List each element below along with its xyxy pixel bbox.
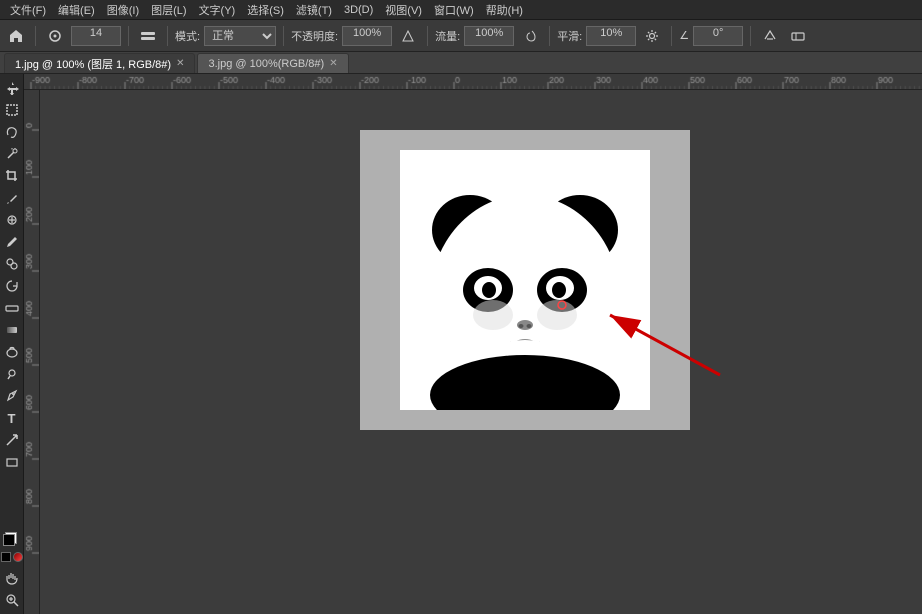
magic-wand-tool[interactable]: [2, 144, 22, 164]
image-container: [360, 130, 690, 430]
flow-input[interactable]: 100%: [464, 26, 514, 46]
move-tool[interactable]: [2, 78, 22, 98]
pen-tool[interactable]: [2, 386, 22, 406]
gear-icon[interactable]: [640, 24, 664, 48]
rect-select-tool[interactable]: [2, 100, 22, 120]
menu-help[interactable]: 帮助(H): [480, 0, 529, 19]
tab-3jpg-close[interactable]: ✕: [329, 58, 337, 69]
panda-image: [400, 150, 650, 410]
color-area: [1, 532, 23, 566]
tab-1jpg-label: 1.jpg @ 100% (图层 1, RGB/8#): [15, 56, 171, 72]
sep5: [427, 26, 428, 46]
eraser-tool[interactable]: [2, 298, 22, 318]
dodge-tool[interactable]: [2, 364, 22, 384]
menu-view[interactable]: 视图(V): [379, 0, 428, 19]
foreground-color-swatch[interactable]: [3, 534, 15, 546]
history-brush-tool[interactable]: [2, 276, 22, 296]
quick-mask-off[interactable]: [1, 552, 11, 562]
mode-select[interactable]: 正常 溶解 正片叠底: [204, 26, 276, 46]
main-area: T: [0, 74, 922, 614]
ruler-left: [24, 90, 40, 614]
menu-bar: 文件(F) 编辑(E) 图像(I) 图层(L) 文字(Y) 选择(S) 滤镜(T…: [0, 0, 922, 20]
content-row: [24, 90, 922, 614]
menu-image[interactable]: 图像(I): [101, 0, 145, 19]
color-swatches: [3, 532, 21, 550]
eyedropper-tool[interactable]: [2, 188, 22, 208]
image-inner: [400, 150, 650, 410]
tab-1jpg-close[interactable]: ✕: [176, 58, 184, 69]
sep2: [128, 26, 129, 46]
airbrush-icon[interactable]: [518, 24, 542, 48]
sep7: [671, 26, 672, 46]
mode-label: 模式:: [175, 28, 200, 44]
tab-3jpg[interactable]: 3.jpg @ 100%(RGB/8#) ✕: [197, 53, 348, 73]
opacity-input[interactable]: 100%: [342, 26, 392, 46]
rulers-area: [24, 74, 922, 614]
text-tool[interactable]: T: [2, 408, 22, 428]
path-select-tool[interactable]: [2, 430, 22, 450]
sep6: [549, 26, 550, 46]
menu-edit[interactable]: 编辑(E): [52, 0, 101, 19]
smoothing-label: 平滑:: [557, 28, 582, 44]
canvas-area[interactable]: [40, 90, 922, 614]
menu-text[interactable]: 文字(Y): [193, 0, 242, 19]
options-toolbar: 14 模式: 正常 溶解 正片叠底 不透明度: 100% 流量: 100% 平滑…: [0, 20, 922, 52]
menu-window[interactable]: 窗口(W): [428, 0, 480, 19]
tab-bar: 1.jpg @ 100% (图层 1, RGB/8#) ✕ 3.jpg @ 10…: [0, 52, 922, 74]
menu-layer[interactable]: 图层(L): [145, 0, 192, 19]
tab-3jpg-label: 3.jpg @ 100%(RGB/8#): [208, 58, 324, 70]
tab-1jpg[interactable]: 1.jpg @ 100% (图层 1, RGB/8#) ✕: [4, 53, 195, 73]
angle-label: ∠: [679, 29, 689, 42]
toggle-icon[interactable]: [136, 24, 160, 48]
flow-label: 流量:: [435, 28, 460, 44]
smoothing-input[interactable]: 10%: [586, 26, 636, 46]
zoom-tool[interactable]: [2, 590, 22, 610]
sep3: [167, 26, 168, 46]
spot-heal-tool[interactable]: [2, 210, 22, 230]
blur-tool[interactable]: [2, 342, 22, 362]
menu-filter[interactable]: 滤镜(T): [290, 0, 338, 19]
sep4: [283, 26, 284, 46]
hand-tool[interactable]: [2, 568, 22, 588]
menu-select[interactable]: 选择(S): [241, 0, 290, 19]
clone-stamp-tool[interactable]: [2, 254, 22, 274]
shape-tool[interactable]: [2, 452, 22, 472]
menu-3d[interactable]: 3D(D): [338, 0, 379, 19]
quick-mask-on[interactable]: [13, 552, 23, 562]
ruler-top: [24, 74, 922, 90]
opacity-label: 不透明度:: [291, 28, 338, 44]
home-icon[interactable]: [4, 24, 28, 48]
pen-pressure-icon[interactable]: [758, 24, 782, 48]
lasso-tool[interactable]: [2, 122, 22, 142]
erase-mode-icon[interactable]: [786, 24, 810, 48]
stylus-pressure-icon[interactable]: [396, 24, 420, 48]
brush-tool[interactable]: [2, 232, 22, 252]
brush-size-input[interactable]: 14: [71, 26, 121, 46]
crop-tool[interactable]: [2, 166, 22, 186]
angle-input[interactable]: 0°: [693, 26, 743, 46]
gradient-tool[interactable]: [2, 320, 22, 340]
sep8: [750, 26, 751, 46]
menu-file[interactable]: 文件(F): [4, 0, 52, 19]
brush-preset-icon[interactable]: [43, 24, 67, 48]
left-toolbar: T: [0, 74, 24, 614]
sep1: [35, 26, 36, 46]
